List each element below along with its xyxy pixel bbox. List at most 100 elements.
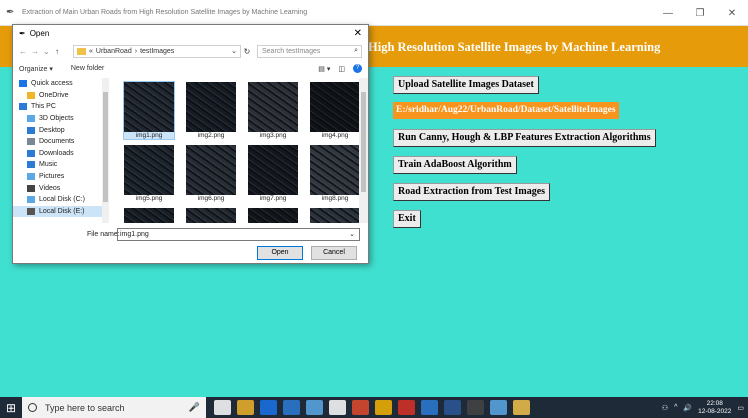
windows-start-icon[interactable]: ⊞: [0, 397, 22, 418]
new-folder-button[interactable]: New folder: [71, 65, 104, 72]
clock-time: 22:08: [706, 399, 723, 407]
nav-item-label: 3D Objects: [39, 115, 74, 123]
taskbar-search[interactable]: Type here to search 🎤: [22, 397, 206, 418]
minimize-button[interactable]: —: [652, 0, 684, 26]
photos-icon[interactable]: [490, 400, 507, 415]
folder-search-input[interactable]: Search testImages ⌕: [257, 44, 362, 58]
refresh-icon[interactable]: ↻: [241, 47, 253, 56]
mail-icon[interactable]: [283, 400, 300, 415]
file-thumbnail[interactable]: [124, 208, 174, 223]
people-icon[interactable]: ⚇: [662, 404, 668, 412]
tray-chevron-icon[interactable]: ^: [674, 404, 677, 411]
upload-dataset-button[interactable]: Upload Satellite Images Dataset: [393, 76, 539, 94]
word-icon[interactable]: [444, 400, 461, 415]
task-view-icon[interactable]: [214, 400, 231, 415]
file-name: img5.png: [135, 195, 163, 202]
file-thumbnail[interactable]: img4.png: [310, 82, 360, 139]
file-thumbnail[interactable]: [186, 208, 236, 223]
cloud-icon: [27, 91, 35, 99]
python-icon[interactable]: [513, 400, 530, 415]
clock[interactable]: 22:08 12-08-2022: [698, 400, 731, 416]
file-name-input[interactable]: img1.png ⌄: [117, 228, 360, 241]
file-thumbnail[interactable]: img5.png: [124, 145, 174, 202]
satellite-image-preview: [310, 208, 360, 223]
forward-arrow-icon[interactable]: →: [31, 47, 43, 56]
nav-item[interactable]: Downloads: [13, 148, 109, 160]
disk-icon: [27, 196, 35, 204]
files-icon[interactable]: [421, 400, 438, 415]
file-thumbnail[interactable]: [310, 208, 360, 223]
file-list-scrollbar[interactable]: [359, 78, 368, 223]
notification-icon[interactable]: ▭: [737, 404, 744, 412]
dialog-close-icon[interactable]: ✕: [354, 28, 362, 39]
nav-item[interactable]: Local Disk (C:): [13, 194, 109, 206]
file-thumbnail[interactable]: [248, 208, 298, 223]
nav-item[interactable]: Local Disk (E:): [13, 205, 109, 218]
help-icon[interactable]: ?: [353, 64, 362, 73]
file-thumbnail[interactable]: img6.png: [186, 145, 236, 202]
nav-item[interactable]: This PC: [13, 101, 109, 113]
road-extraction-button[interactable]: Road Extraction from Test Images: [393, 183, 551, 201]
nav-item[interactable]: Pictures: [13, 171, 109, 183]
satellite-image-preview: [124, 145, 174, 195]
file-thumbnail[interactable]: img3.png: [248, 82, 298, 139]
nav-item[interactable]: Music: [13, 159, 109, 171]
file-thumbnail[interactable]: img2.png: [186, 82, 236, 139]
nav-item[interactable]: OneDrive: [13, 90, 109, 102]
store-icon[interactable]: [329, 400, 346, 415]
preview-pane-icon[interactable]: ◫: [338, 65, 345, 73]
nav-item[interactable]: 3D Objects: [13, 113, 109, 125]
file-thumbnail[interactable]: img8.png: [310, 145, 360, 202]
notepad-icon[interactable]: [306, 400, 323, 415]
address-dropdown-icon[interactable]: ⌄: [231, 47, 240, 55]
address-bar[interactable]: « UrbanRoad › testImages ⌄: [73, 44, 241, 58]
file-thumbnail[interactable]: img1.png: [123, 81, 175, 140]
file-name: img4.png: [321, 132, 349, 139]
edge-browser-icon[interactable]: [260, 400, 277, 415]
terminal-icon[interactable]: [467, 400, 484, 415]
back-arrow-icon[interactable]: ←: [19, 47, 31, 56]
satellite-image-preview: [248, 145, 298, 195]
navigation-scrollbar[interactable]: [102, 78, 109, 223]
cortana-icon: [28, 403, 37, 412]
nav-item[interactable]: Documents: [13, 136, 109, 148]
file-thumbnail[interactable]: img7.png: [248, 145, 298, 202]
file-name: img8.png: [321, 195, 349, 202]
train-adaboost-button[interactable]: Train AdaBoost Algorithm: [393, 156, 517, 174]
file-name-dropdown-icon[interactable]: ⌄: [349, 229, 355, 240]
pdf-icon[interactable]: [398, 400, 415, 415]
breadcrumb-separator: ›: [134, 47, 138, 55]
dialog-titlebar: ✒ Open ✕: [13, 25, 368, 42]
settings-icon[interactable]: [352, 400, 369, 415]
folder-app-icon[interactable]: [237, 400, 254, 415]
view-options-icon[interactable]: ▤ ▾: [318, 65, 330, 73]
cancel-button[interactable]: Cancel: [311, 246, 357, 260]
organize-menu[interactable]: Organize ▾: [19, 65, 53, 73]
open-button[interactable]: Open: [257, 246, 303, 260]
download-icon: [27, 149, 35, 157]
breadcrumb-overflow[interactable]: «: [89, 48, 93, 55]
nav-item-label: Documents: [39, 138, 75, 146]
folder-search-placeholder: Search testImages: [262, 47, 321, 55]
nav-item[interactable]: Desktop: [13, 124, 109, 136]
search-icon: ⌕: [354, 47, 358, 54]
close-button[interactable]: ✕: [716, 0, 748, 26]
run-features-button[interactable]: Run Canny, Hough & LBP Features Extracti…: [393, 129, 656, 147]
exit-button[interactable]: Exit: [393, 210, 421, 228]
recent-chevron-icon[interactable]: ⌄: [43, 47, 55, 56]
breadcrumb-urbanroad[interactable]: UrbanRoad: [96, 48, 132, 55]
file-name: img6.png: [197, 195, 225, 202]
up-arrow-icon[interactable]: ↑: [55, 47, 67, 56]
maximize-button[interactable]: ❐: [684, 0, 716, 26]
dataset-path-label: E:/sridhar/Aug22/UrbanRoad/Dataset/Satel…: [393, 102, 619, 119]
taskbar: ⊞ Type here to search 🎤 ⚇ ^ 🔊 22:08 12-0…: [0, 397, 748, 418]
chrome-icon[interactable]: [375, 400, 392, 415]
system-tray: ⚇ ^ 🔊 22:08 12-08-2022 ▭: [662, 400, 748, 416]
nav-item[interactable]: Quick access: [13, 78, 109, 90]
breadcrumb-testimages[interactable]: testImages: [140, 48, 174, 55]
microphone-icon[interactable]: 🎤: [189, 402, 200, 413]
computer-icon: [19, 103, 27, 111]
volume-icon[interactable]: 🔊: [683, 404, 692, 412]
main-window-titlebar: ✒ Extraction of Main Urban Roads from Hi…: [0, 0, 748, 26]
nav-item[interactable]: Videos: [13, 182, 109, 194]
